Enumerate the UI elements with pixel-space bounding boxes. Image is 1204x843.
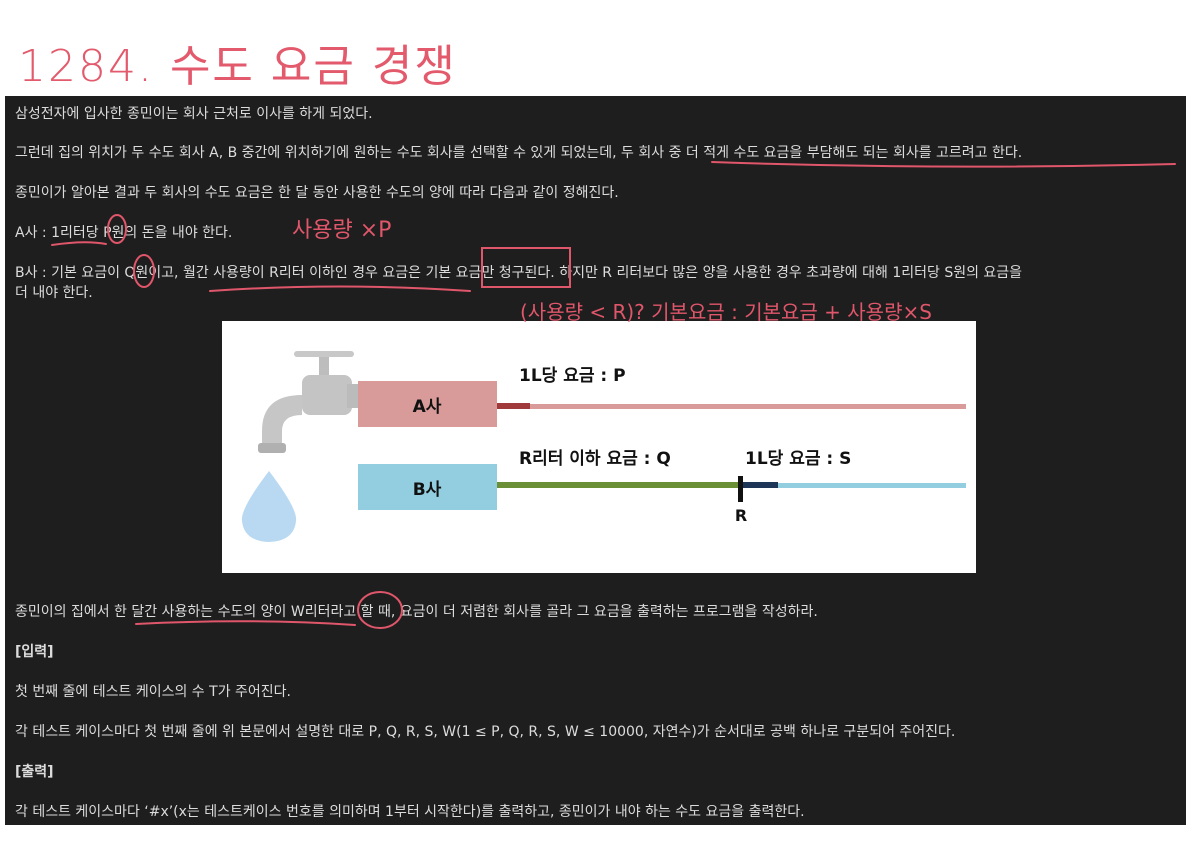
faucet-icon [258,351,359,453]
handwritten-note-b: (사용량 < R)? 기본요금 : 기본요금 + 사용량×S [520,300,932,324]
handwritten-title: 1284. 수도 요금 경쟁 [18,41,457,92]
pricing-figure: A사 B사 1L당 요금 : P R리터 이하 요금 : Q 1L당 요금 : … [222,321,976,573]
company-a-start-segment [497,403,530,409]
paragraph-company-b-cont: 더 내야 한다. [15,285,93,301]
company-b-rate-line [778,483,966,488]
input-line-1: 첫 번째 줄에 테스트 케이스의 수 T가 주어진다. [15,684,291,700]
paragraph-result: 종민이가 알아본 결과 두 회사의 수도 요금은 한 달 동안 사용한 수도의 … [15,185,619,201]
company-a-rate-line [530,404,966,409]
company-b-base-line [497,482,742,488]
paragraph-company-b: B사 : 기본 요금이 Q원이고, 월간 사용량이 R리터 이하인 경우 요금은… [15,265,1023,281]
company-a-label: A사 [413,397,442,417]
handwritten-note-a: 사용량 ×P [292,218,392,243]
r-label: R [735,506,747,525]
b-rate-label: 1L당 요금 : S [745,449,851,469]
paragraph-task: 종민이의 집에서 한 달간 사용하는 수도의 양이 W리터라고 할 때, 요금이… [15,604,818,620]
output-header: [출력] [15,764,54,780]
b-base-label: R리터 이하 요금 : Q [519,449,671,469]
paragraph-intro: 삼성전자에 입사한 종민이는 회사 근처로 이사를 하게 되었다. [15,106,373,122]
water-drop-icon [241,471,297,542]
problem-panel: 삼성전자에 입사한 종민이는 회사 근처로 이사를 하게 되었다. 그런데 집의… [5,96,1186,825]
company-b-label: B사 [413,480,442,500]
input-line-2: 각 테스트 케이스마다 첫 번째 줄에 위 본문에서 설명한 대로 P, Q, … [15,724,956,740]
input-header: [입력] [15,644,54,660]
a-rate-label: 1L당 요금 : P [519,366,626,386]
company-b-excess-start [743,482,778,488]
output-line-1: 각 테스트 케이스마다 ‘#x’(x는 테스트케이스 번호를 의미하며 1부터 … [15,804,805,820]
figure-graphic: A사 B사 1L당 요금 : P R리터 이하 요금 : Q 1L당 요금 : … [241,351,966,542]
paragraph-company-a: A사 : 1리터당 P원의 돈을 내야 한다. [15,225,233,241]
r-threshold-mark [738,476,743,502]
paragraph-choice: 그런데 집의 위치가 두 수도 회사 A, B 중간에 위치하기에 원하는 수도… [15,145,1023,161]
